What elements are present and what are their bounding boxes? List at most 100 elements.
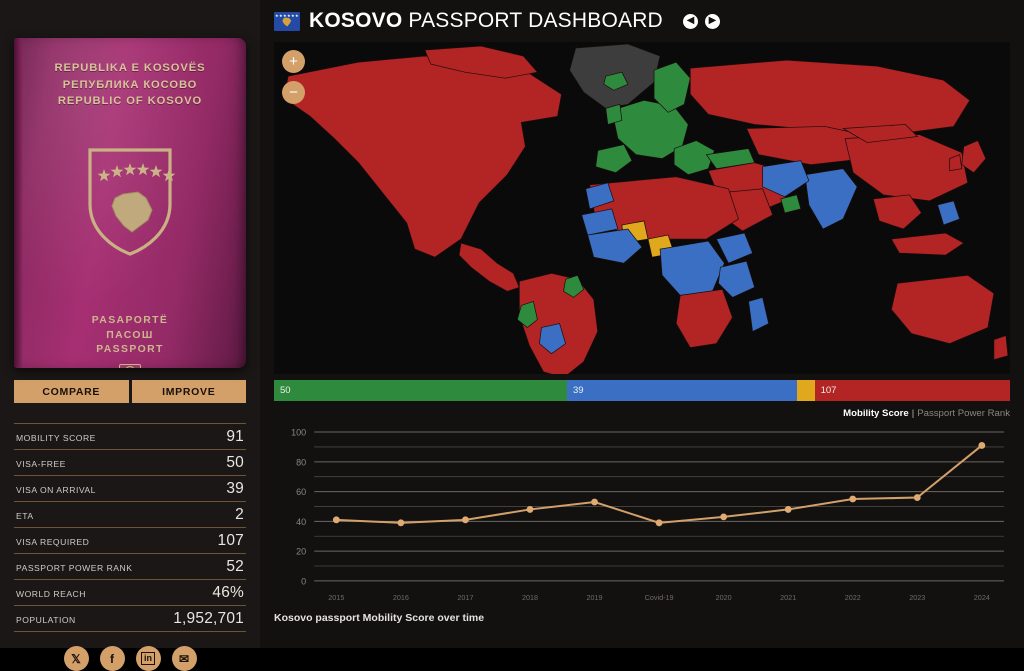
legend-segment-visa-on-arrival[interactable]: 39 (566, 380, 798, 401)
page-title: KOSOVO PASSPORT DASHBOARD (309, 9, 663, 33)
x-twitter-icon[interactable]: 𝕏 (63, 646, 89, 671)
chart-data-point[interactable] (913, 494, 921, 501)
stat-label: ETA (16, 510, 34, 521)
facebook-icon[interactable]: f (99, 646, 125, 671)
chart-xtick-label: Covid-19 (645, 593, 674, 602)
legend-value: 39 (572, 385, 584, 396)
map-region-uk-ireland[interactable] (605, 103, 623, 125)
toggle-separator: | (911, 408, 915, 419)
mobility-score-chart: 0 20 40 60 80 100 2015 2016 2017 2018 2019 Covid-19… (274, 422, 1010, 608)
chart-xtick-label: 2015 (328, 593, 344, 602)
passport-cover-titles: REPUBLIKA E KOSOVËS РЕПУБЛИКА КОСОВО REP… (14, 60, 246, 110)
stat-value: 46% (212, 583, 244, 601)
zoom-out-button[interactable]: − (282, 81, 305, 104)
page-title-bold: KOSOVO (309, 9, 403, 32)
stat-row: POPULATION 1,952,701 (14, 605, 246, 632)
chart-data-point[interactable] (462, 516, 469, 524)
stat-label: VISA ON ARRIVAL (16, 484, 96, 495)
stat-value: 52 (226, 557, 244, 575)
social-glyph: ✉ (178, 651, 190, 666)
biometric-chip-icon (119, 363, 141, 368)
kosovo-coat-of-arms-icon (14, 146, 246, 258)
stat-value: 107 (217, 531, 244, 549)
stat-row: WORLD REACH 46% (14, 579, 246, 605)
legend-segment-visa-free[interactable]: 50 (274, 380, 567, 401)
chart-data-point[interactable] (784, 506, 792, 513)
legend-segment-visa-required[interactable]: 107 (814, 380, 1010, 401)
chart-ytick-label: 0 (301, 576, 306, 586)
stat-label: PASSPORT POWER RANK (16, 562, 133, 573)
chart-data-point[interactable] (849, 495, 857, 503)
passport-bottom-line-3: PASSPORT (96, 344, 164, 355)
chart-metric-toggle: Mobility Score | Passport Power Rank (260, 401, 1024, 422)
page-title-light: PASSPORT DASHBOARD (402, 9, 663, 32)
chart-data-point[interactable] (591, 498, 598, 506)
chart-xtick-label: 2016 (393, 593, 409, 602)
chart-ytick-label: 40 (296, 517, 306, 527)
toggle-mobility-score[interactable]: Mobility Score (843, 408, 909, 419)
toggle-passport-power-rank[interactable]: Passport Power Rank (917, 408, 1010, 419)
stat-value: 2 (235, 505, 244, 523)
legend-value: 50 (280, 385, 291, 396)
stat-label: MOBILITY SCORE (16, 432, 96, 443)
flag-kosovo-shape (282, 17, 292, 27)
stat-value: 1,952,701 (173, 609, 244, 627)
passport-image: REPUBLIKA E KOSOVËS РЕПУБЛИКА КОСОВО REP… (14, 38, 246, 368)
improve-button[interactable]: IMPROVE (131, 380, 246, 403)
social-glyph: in (141, 652, 155, 665)
chart-ytick-label: 100 (291, 428, 306, 438)
stat-row: VISA ON ARRIVAL 39 (14, 475, 246, 501)
forward-arrow-icon[interactable]: ▶ (704, 13, 720, 29)
email-icon[interactable]: ✉ (171, 646, 197, 671)
dashboard-root: REPUBLIKA E KOSOVËS РЕПУБЛИКА КОСОВО REP… (0, 0, 1024, 671)
map-region-new-zealand[interactable] (993, 335, 1009, 361)
sidebar: REPUBLIKA E KOSOVËS РЕПУБЛИКА КОСОВО REP… (0, 0, 260, 671)
world-map-svg[interactable] (274, 42, 1010, 374)
line-chart-svg: 0 20 40 60 80 100 2015 2016 2017 2018 2019 Covid-19… (291, 428, 1004, 602)
chart-data-point[interactable] (655, 519, 663, 527)
stat-value: 50 (226, 453, 244, 471)
chart-xtick-label: 2023 (909, 593, 925, 602)
main-panel: ★★★★★★ KOSOVO PASSPORT DASHBOARD ◀ ▶ + −… (260, 0, 1024, 648)
passport-cover-line-2: РЕПУБЛИКА КОСОВО (62, 78, 198, 91)
stat-row: PASSPORT POWER RANK 52 (14, 553, 246, 579)
chart-ytick-label: 20 (296, 547, 306, 557)
chart-data-point[interactable] (332, 516, 340, 524)
passport-cover-line-3: REPUBLIC OF KOSOVO (57, 95, 203, 107)
chart-xtick-label: 2020 (716, 593, 732, 602)
visa-legend-bar: 50 39 107 (274, 380, 1010, 401)
action-buttons: COMPARE IMPROVE (14, 380, 246, 403)
back-arrow-icon[interactable]: ◀ (682, 13, 698, 29)
chart-data-point[interactable] (978, 442, 986, 449)
world-map-container[interactable]: + − (274, 42, 1010, 374)
chart-data-point[interactable] (526, 506, 534, 513)
passport-cover-line-1: REPUBLIKA E KOSOVËS (54, 62, 206, 74)
linkedin-icon[interactable]: in (135, 646, 161, 671)
chart-xtick-label: 2021 (780, 593, 796, 602)
zoom-in-button[interactable]: + (282, 50, 305, 73)
compare-button[interactable]: COMPARE (14, 380, 129, 403)
chart-xtick-label: 2022 (845, 593, 861, 602)
map-zoom-controls: + − (282, 50, 305, 104)
stat-label: WORLD REACH (16, 588, 86, 599)
stat-row: MOBILITY SCORE 91 (14, 423, 246, 449)
chart-xtick-label: 2024 (974, 593, 990, 602)
chart-xtick-label: 2017 (457, 593, 473, 602)
stat-row: VISA REQUIRED 107 (14, 527, 246, 553)
chart-data-point[interactable] (720, 513, 728, 521)
legend-segment-eta[interactable] (797, 380, 815, 401)
social-glyph: f (110, 651, 114, 666)
chart-line-series (336, 444, 983, 524)
chart-xtick-label: 2019 (587, 593, 603, 602)
social-links: 𝕏f in ✉ (14, 646, 246, 671)
chart-data-point[interactable] (397, 519, 405, 527)
stat-value: 39 (226, 479, 244, 497)
stat-label: VISA REQUIRED (16, 536, 90, 547)
social-glyph: 𝕏 (71, 651, 81, 666)
flag-stars: ★★★★★★ (275, 13, 299, 18)
nav-arrows: ◀ ▶ (682, 13, 720, 29)
legend-value: 107 (820, 385, 837, 396)
stats-table: MOBILITY SCORE 91 VISA-FREE 50 VISA ON ARRIV… (14, 423, 246, 632)
passport-bottom-line-2: ПАСОШ (106, 329, 154, 341)
stat-row: VISA-FREE 50 (14, 449, 246, 475)
